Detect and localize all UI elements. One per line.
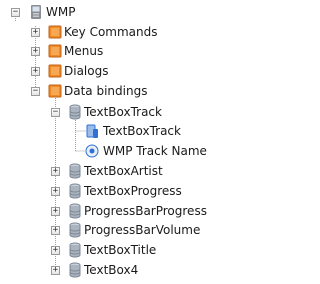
binding-source-icon: [86, 124, 98, 138]
tree-node-binding-target[interactable]: WMP Track Name: [0, 141, 242, 161]
database-icon: [69, 104, 81, 120]
tree-view[interactable]: − WMP + Key Commands + Menus + Dialogs −…: [0, 0, 242, 284]
tree-node-textbox4[interactable]: + TextBox4: [0, 260, 242, 280]
expand-toggle-dialogs[interactable]: +: [31, 67, 40, 76]
collapse-toggle-wmp[interactable]: −: [11, 8, 20, 17]
tree-node-textboxtrack[interactable]: − TextBoxTrack: [0, 102, 242, 122]
folder-icon: [48, 25, 62, 39]
tree-node-label-key-commands: Key Commands: [64, 25, 158, 39]
database-icon: [69, 242, 81, 258]
expand-toggle-textboxartist[interactable]: +: [51, 167, 60, 176]
tree-node-label-binding-source: TextBoxTrack: [103, 124, 181, 138]
tree-node-label-data-bindings: Data bindings: [64, 84, 148, 98]
database-icon: [69, 183, 81, 199]
tree-node-label-textbox4: TextBox4: [84, 263, 139, 277]
tree-node-progressbarprogress[interactable]: + ProgressBarProgress: [0, 201, 242, 221]
tree-node-label-textboxprogress: TextBoxProgress: [84, 184, 182, 198]
database-icon: [69, 163, 81, 179]
tree-node-binding-source[interactable]: TextBoxTrack: [0, 121, 242, 141]
expand-toggle-textbox4[interactable]: +: [51, 266, 60, 275]
database-icon: [69, 203, 81, 219]
tree-node-label-menus: Menus: [64, 44, 104, 58]
tree-node-progressbarvolume[interactable]: + ProgressBarVolume: [0, 220, 242, 240]
folder-icon: [48, 44, 62, 58]
tree-node-label-wmp: WMP: [46, 5, 76, 19]
database-icon: [69, 262, 81, 278]
tree-node-dialogs[interactable]: + Dialogs: [0, 61, 242, 81]
tree-node-data-bindings[interactable]: − Data bindings: [0, 81, 242, 101]
tree-node-textboxprogress[interactable]: + TextBoxProgress: [0, 181, 242, 201]
database-icon: [69, 222, 81, 238]
tree-node-label-textboxtitle: TextBoxTitle: [84, 243, 157, 257]
expand-toggle-key-commands[interactable]: +: [31, 28, 40, 37]
tree-node-label-binding-target: WMP Track Name: [103, 144, 207, 158]
tree-node-label-dialogs: Dialogs: [64, 64, 109, 78]
tree-node-menus[interactable]: + Menus: [0, 41, 242, 61]
folder-icon: [48, 84, 62, 98]
tree-node-label-textboxartist: TextBoxArtist: [84, 164, 163, 178]
expand-toggle-textboxtitle[interactable]: +: [51, 246, 60, 255]
binding-target-icon: [85, 144, 99, 158]
tree-node-textboxartist[interactable]: + TextBoxArtist: [0, 161, 242, 181]
folder-icon: [48, 64, 62, 78]
expand-toggle-textboxprogress[interactable]: +: [51, 187, 60, 196]
collapse-toggle-textboxtrack[interactable]: −: [51, 108, 60, 117]
tree-node-label-progressbarvolume: ProgressBarVolume: [84, 223, 201, 237]
expand-toggle-menus[interactable]: +: [31, 47, 40, 56]
collapse-toggle-data-bindings[interactable]: −: [31, 87, 40, 96]
expand-toggle-progressbarvolume[interactable]: +: [51, 226, 60, 235]
expand-toggle-progressbarprogress[interactable]: +: [51, 207, 60, 216]
tree-node-wmp[interactable]: − WMP: [0, 2, 242, 22]
tree-node-label-textboxtrack: TextBoxTrack: [84, 105, 162, 119]
tree-node-textboxtitle[interactable]: + TextBoxTitle: [0, 240, 242, 260]
device-icon: [31, 5, 41, 19]
tree-node-key-commands[interactable]: + Key Commands: [0, 22, 242, 42]
tree-node-label-progressbarprogress: ProgressBarProgress: [84, 204, 207, 218]
